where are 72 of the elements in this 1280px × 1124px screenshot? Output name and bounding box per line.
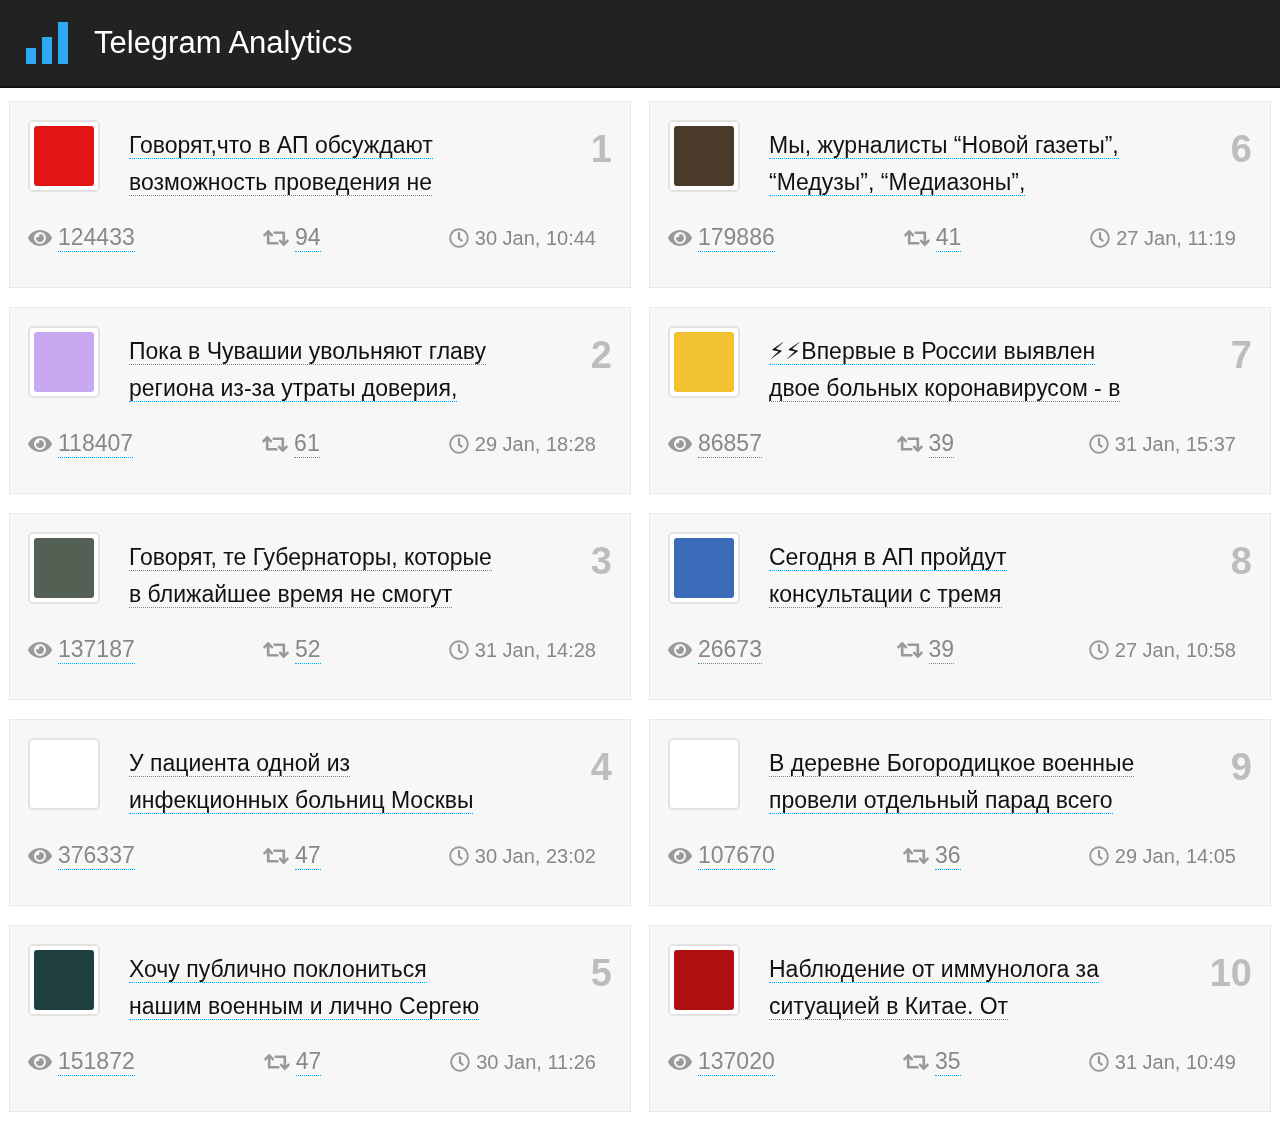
channel-avatar: [28, 326, 100, 398]
reposts-count[interactable]: 39: [928, 430, 955, 458]
post-title-link[interactable]: Сегодня в АП пройдут консультации с тремя: [769, 539, 1007, 613]
app-title: Telegram Analytics: [94, 25, 353, 61]
bar-chart-icon: [26, 22, 70, 64]
clock-icon: [448, 434, 469, 454]
clock-icon: [450, 1052, 471, 1072]
post-title-link[interactable]: Говорят, те Губернаторы, которые в ближайшее время не смогут: [129, 539, 492, 613]
rank-number: 9: [1230, 746, 1252, 790]
reposts-count[interactable]: 41: [935, 224, 962, 252]
views-count[interactable]: 151872: [58, 1048, 135, 1076]
reposts-count[interactable]: 35: [934, 1048, 961, 1076]
channel-avatar: [28, 944, 100, 1016]
views-count[interactable]: 107670: [698, 842, 775, 870]
views-count[interactable]: 118407: [58, 430, 134, 458]
post-title-link[interactable]: Пока в Чувашии увольняют главу региона из-за утраты доверия,: [129, 333, 487, 407]
clock-icon: [1088, 1052, 1109, 1072]
post-date: 31 Jan, 10:49: [1114, 1050, 1236, 1074]
post-title-link[interactable]: Говорят,что в АП обсуждают возможность проведения не: [129, 127, 433, 201]
clock-icon: [448, 640, 469, 660]
channel-avatar: [668, 326, 740, 398]
channel-avatar: [668, 120, 740, 192]
post-title-link[interactable]: Мы, журналисты “Новой газеты”, “Медузы”, “Медиазоны”,: [769, 127, 1119, 201]
rank-number: 10: [1209, 952, 1252, 996]
channel-avatar: [668, 944, 740, 1016]
post-date: 30 Jan, 11:26: [476, 1050, 596, 1074]
post-date: 30 Jan, 10:44: [474, 226, 596, 250]
views-count[interactable]: 179886: [698, 224, 775, 252]
rank-number: 7: [1230, 334, 1252, 378]
clock-icon: [1088, 434, 1109, 454]
views-count[interactable]: 376337: [58, 842, 135, 870]
rank-number: 8: [1230, 540, 1252, 584]
post-title-link[interactable]: ⚡⚡Впервые в России выявлен двое больных коронавирусом - в: [769, 333, 1121, 407]
post-date: 27 Jan, 10:58: [1114, 638, 1236, 662]
post-date: 27 Jan, 11:19: [1116, 226, 1236, 250]
clock-icon: [448, 228, 469, 248]
clock-icon: [1088, 846, 1109, 866]
post-title-link[interactable]: Хочу публично поклониться нашим военным и лично Сергею: [129, 951, 480, 1025]
post-date: 31 Jan, 14:28: [474, 638, 596, 662]
reposts-count[interactable]: 94: [294, 224, 321, 252]
clock-icon: [448, 846, 469, 866]
rank-number: 6: [1230, 128, 1252, 172]
rank-number: 4: [590, 746, 612, 790]
reposts-count[interactable]: 52: [294, 636, 321, 664]
post-title-link[interactable]: Наблюдение от иммунолога за ситуацией в Китае. От: [769, 951, 1099, 1025]
views-count[interactable]: 124433: [58, 224, 135, 252]
post-title-link[interactable]: В деревне Богородицкое военные провели отдельный парад всего: [769, 745, 1135, 819]
post-date: 31 Jan, 15:37: [1114, 432, 1236, 456]
reposts-count[interactable]: 61: [294, 430, 320, 458]
reposts-count[interactable]: 39: [928, 636, 955, 664]
reposts-count[interactable]: 47: [294, 842, 321, 870]
views-count[interactable]: 137187: [58, 636, 135, 664]
post-date: 30 Jan, 23:02: [474, 844, 596, 868]
views-count[interactable]: 137020: [698, 1048, 775, 1076]
channel-avatar: [668, 532, 740, 604]
channel-avatar: [28, 120, 100, 192]
reposts-count[interactable]: 36: [934, 842, 961, 870]
views-count[interactable]: 26673: [698, 636, 762, 664]
reposts-count[interactable]: 47: [295, 1048, 322, 1076]
rank-number: 3: [590, 540, 612, 584]
rank-number: 5: [590, 952, 612, 996]
channel-avatar: [28, 738, 100, 810]
views-count[interactable]: 86857: [698, 430, 762, 458]
post-date: 29 Jan, 18:28: [474, 432, 596, 456]
rank-number: 2: [590, 334, 612, 378]
rank-number: 1: [590, 128, 612, 172]
post-title-link[interactable]: У пациента одной из инфекционных больниц Москвы: [129, 745, 474, 819]
post-date: 29 Jan, 14:05: [1114, 844, 1236, 868]
clock-icon: [1088, 640, 1109, 660]
clock-icon: [1090, 228, 1111, 248]
channel-avatar: [28, 532, 100, 604]
channel-avatar: [668, 738, 740, 810]
